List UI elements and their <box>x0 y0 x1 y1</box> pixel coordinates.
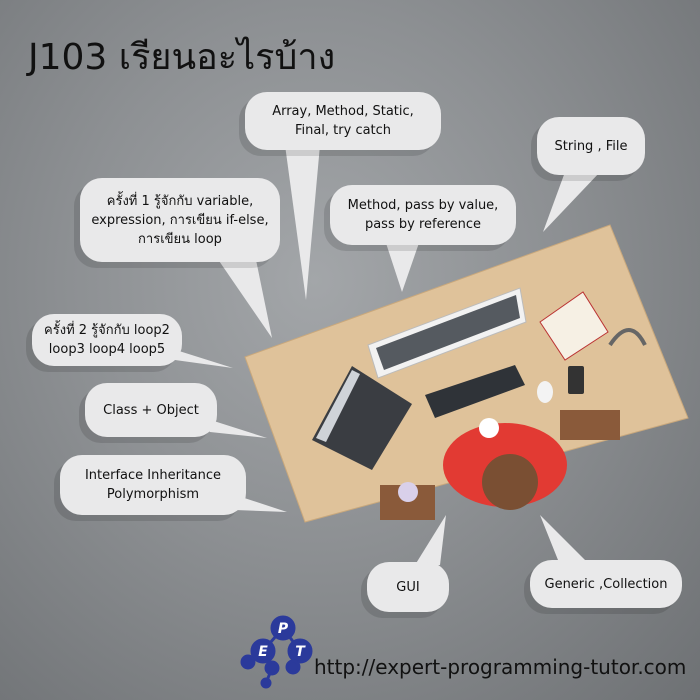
bubble-line: Array, Method, Static, <box>272 104 414 119</box>
page-title: J103 เรียนอะไรบ้าง <box>28 37 336 78</box>
svg-text:E: E <box>258 644 268 660</box>
tail-string <box>543 172 600 232</box>
svg-text:P: P <box>278 621 289 637</box>
bubble-generic: Generic ,Collection <box>530 560 682 608</box>
website-url: http://expert-programming-tutor.com <box>314 655 687 679</box>
bubble-line: ครั้งที่ 2 รู้จักกับ loop2 <box>44 323 170 338</box>
bubble-line: expression, การเขียน if-else, <box>91 212 269 228</box>
tail-lesson1 <box>215 255 272 338</box>
bubble-string-file: String , File <box>537 117 645 175</box>
tail-method <box>385 240 420 292</box>
bubble-line: Class + Object <box>103 402 199 418</box>
cd-icon <box>398 482 418 502</box>
bubble-class-object: Class + Object <box>85 383 217 437</box>
bubble-line: pass by reference <box>364 217 482 232</box>
bubble-method-pass: Method, pass by value, pass by reference <box>330 185 516 245</box>
bubble-line: ครั้งที่ 1 รู้จักกับ variable, <box>106 193 254 209</box>
tail-array <box>285 145 320 300</box>
svg-text:T: T <box>295 644 306 660</box>
bubble-lesson1: ครั้งที่ 1 รู้จักกับ variable, expressio… <box>80 178 280 262</box>
phone <box>568 366 584 394</box>
bubble-line: การเขียน loop <box>138 231 222 247</box>
bubble-gui: GUI <box>367 562 449 612</box>
bubble-line: Polymorphism <box>106 487 200 502</box>
bubble-line: Final, try catch <box>294 123 392 138</box>
bubble-array-method: Array, Method, Static, Final, try catch <box>245 92 441 150</box>
tail-gui <box>415 515 446 565</box>
bubble-line: loop3 loop4 loop5 <box>48 342 166 357</box>
bubble-interface: Interface Inheritance Polymorphism <box>60 455 246 515</box>
bubble-line: Interface Inheritance <box>84 468 222 483</box>
bubble-lesson2: ครั้งที่ 2 รู้จักกับ loop2 loop3 loop4 l… <box>32 314 182 366</box>
bubble-line: Generic ,Collection <box>544 576 668 592</box>
mouse <box>537 381 553 403</box>
tail-generic <box>540 515 590 565</box>
bubble-line: String , File <box>554 138 628 154</box>
bubble-line: GUI <box>396 579 420 595</box>
bubble-line: Method, pass by value, <box>347 198 499 213</box>
